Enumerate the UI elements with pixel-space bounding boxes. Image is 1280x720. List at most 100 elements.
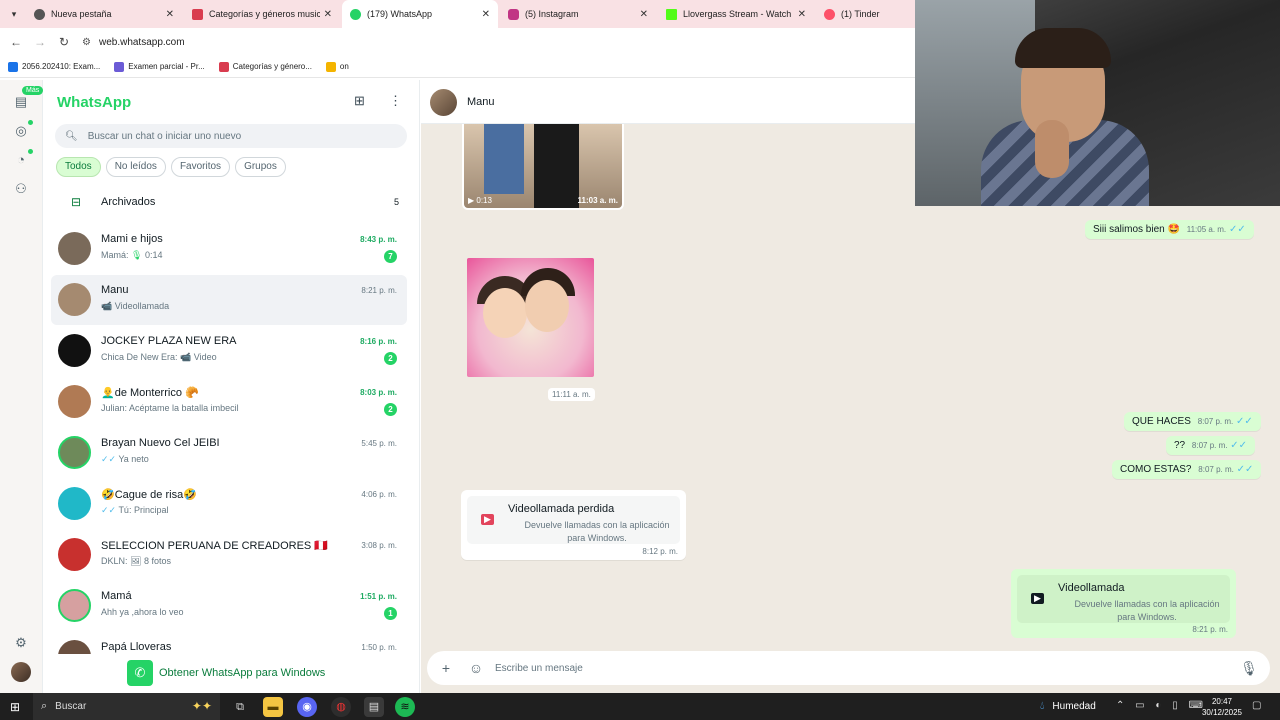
tab-kick-stream[interactable]: Llovergass Stream - Watch Live ✕	[658, 0, 814, 28]
chat-item[interactable]: Manu 8:21 p. m. 📹 Videollamada	[51, 275, 407, 325]
preview-text: 8 fotos	[143, 556, 171, 566]
spotify-icon[interactable]: ≋	[395, 697, 415, 717]
weather-label: Humedad	[1052, 701, 1096, 712]
tab-title: (5) Instagram	[525, 9, 579, 19]
video-call-icon: 📹	[101, 301, 113, 311]
outgoing-message[interactable]: COMO ESTAS? 8:07 p. m. ✓✓	[1112, 460, 1262, 479]
missed-call-message[interactable]: ▶ Videollamada perdida Devuelve llamadas…	[461, 490, 686, 560]
windows-taskbar: ⊞ ⌕ Buscar ✦✦ ⧉ ▬ ◉ ◍ ▤ ≋ 💧︎ Humedad ⌃ ▭…	[0, 693, 1280, 720]
outgoing-message[interactable]: QUE HACES 8:07 p. m. ✓✓	[1124, 412, 1261, 431]
missed-video-call-icon: ▶	[481, 514, 494, 525]
video-message[interactable]: ▶ 0:13 11:03 a. m.	[462, 124, 624, 210]
chat-item[interactable]: 👨‍🦲de Monterrico 🥐 8:03 p. m. Julian: Ac…	[51, 377, 407, 427]
chat-avatar	[58, 538, 91, 571]
chat-name: Mamá	[101, 590, 132, 602]
address-bar: ← → ↻ ⚙ web.whatsapp.com	[0, 28, 915, 56]
tab-whatsapp[interactable]: (179) WhatsApp ✕	[342, 0, 498, 28]
read-ticks-icon: ✓✓	[1228, 224, 1246, 235]
chat-item[interactable]: Brayan Nuevo Cel JEIBI 5:45 p. m. ✓✓ Ya …	[51, 428, 407, 478]
system-tray-icons[interactable]: ⌃ ▭ ◐ ▯ ⌨	[1116, 700, 1207, 711]
close-tab-icon[interactable]: ✕	[482, 9, 490, 20]
tab-new-tab[interactable]: Nueva pestaña ✕	[26, 0, 182, 28]
call-card[interactable]: ▶ Videollamada Devuelve llamadas con la …	[1017, 575, 1230, 623]
profile-avatar[interactable]	[11, 662, 31, 682]
chat-name: 🤣Cague de risa🤣	[101, 489, 197, 501]
bookmark-item[interactable]: 2056.202410: Exam...	[8, 61, 100, 72]
filter-unread[interactable]: No leídos	[105, 157, 166, 177]
site-info-icon[interactable]: ⚙	[82, 37, 91, 48]
outgoing-message[interactable]: ?? 8:07 p. m. ✓✓	[1166, 436, 1256, 455]
forward-icon[interactable]: →	[28, 35, 52, 49]
archived-row[interactable]: ⊟ Archivados 5	[51, 190, 407, 214]
url-field[interactable]: ⚙ web.whatsapp.com	[82, 37, 185, 48]
communities-icon[interactable]: ⚇	[11, 179, 31, 199]
discord-icon[interactable]: ◉	[297, 697, 317, 717]
menu-icon[interactable]: ⋮	[389, 93, 402, 109]
notepad-icon[interactable]: ▤	[364, 697, 384, 717]
filter-groups[interactable]: Grupos	[235, 157, 286, 177]
webcam-person-hand	[1035, 120, 1069, 178]
contact-avatar[interactable]	[430, 89, 457, 116]
close-tab-icon[interactable]: ✕	[324, 9, 332, 20]
chat-item[interactable]: Papá Lloveras 1:50 p. m.	[51, 632, 407, 654]
close-tab-icon[interactable]: ✕	[166, 9, 174, 20]
archive-icon: ⊟	[70, 195, 82, 209]
windows-start-icon[interactable]: ⊞	[10, 700, 20, 714]
chat-preview: ✓✓ Tú: Principal	[101, 505, 168, 516]
whatsapp-side-rail: ▤ Más ◎ ◔ ⚇ ⚙	[0, 80, 44, 693]
video-thumbnail-figure	[534, 124, 579, 208]
clock-time: 20:47	[1211, 697, 1233, 706]
bookmark-item[interactable]: on	[325, 61, 349, 72]
chrome-icon[interactable]: ◍	[331, 697, 351, 717]
task-view-icon[interactable]: ⧉	[230, 697, 250, 717]
chats-icon[interactable]: ▤	[11, 92, 31, 112]
conversation-header[interactable]: Manu	[421, 80, 915, 124]
close-tab-icon[interactable]: ✕	[640, 9, 648, 20]
settings-icon[interactable]: ⚙	[11, 633, 31, 653]
microphone-icon[interactable]: 🎙︎	[1234, 660, 1264, 677]
weather-widget[interactable]: 💧︎ Humedad	[1040, 700, 1096, 713]
chat-item[interactable]: Mamá 1:51 p. m. Ahh ya ,ahora lo veo 1	[51, 581, 407, 631]
outgoing-message[interactable]: Siii salimos bien 🤩 11:05 a. m. ✓✓	[1085, 220, 1254, 239]
attach-plus-icon[interactable]: +	[431, 660, 461, 676]
clock[interactable]: 20:47 30/12/2025	[1200, 696, 1244, 718]
tab-music-genres[interactable]: Categorías y géneros musicales ✕	[184, 0, 340, 28]
bookmark-item[interactable]: Examen parcial - Pr...	[114, 61, 205, 72]
taskbar-search[interactable]: ⌕ Buscar ✦✦	[33, 693, 220, 720]
chat-item[interactable]: 🤣Cague de risa🤣 4:06 p. m. ✓✓ Tú: Princi…	[51, 479, 407, 529]
tab-tinder[interactable]: (1) Tinder	[816, 0, 915, 28]
unread-badge: 1	[384, 607, 397, 620]
taskbar-search-label: Buscar	[55, 701, 87, 712]
sticker-message[interactable]	[467, 258, 594, 377]
search-icon: 🔍︎	[65, 130, 78, 142]
search-input[interactable]: 🔍︎ Buscar un chat o iniciar uno nuevo	[55, 124, 407, 148]
tab-search-menu-icon[interactable]: ▾	[5, 6, 23, 22]
reload-icon[interactable]: ↻	[52, 35, 76, 49]
call-title: Videollamada perdida	[508, 503, 615, 515]
file-explorer-icon[interactable]: ▬	[263, 697, 283, 717]
emoji-icon[interactable]: ☺	[461, 660, 491, 676]
bookmark-favicon-icon	[114, 61, 125, 72]
chat-time: 4:06 p. m.	[361, 490, 397, 499]
bookmark-item[interactable]: Categorías y género...	[218, 61, 312, 72]
call-card[interactable]: ▶ Videollamada perdida Devuelve llamadas…	[467, 496, 680, 544]
message-input[interactable]: Escribe un mensaje	[495, 663, 1234, 674]
new-chat-icon[interactable]: ⊞	[354, 93, 365, 109]
search-highlight-icon: ✦✦	[191, 699, 212, 713]
preview-sender: DKLN:	[101, 556, 131, 566]
tab-instagram[interactable]: (5) Instagram ✕	[500, 0, 656, 28]
webcam-person-hair	[1015, 28, 1111, 68]
back-icon[interactable]: ←	[4, 35, 28, 49]
filter-favorites[interactable]: Favoritos	[170, 157, 231, 177]
status-dot-icon	[28, 120, 33, 125]
chat-item[interactable]: Mami e hijos 8:43 p. m. Mamá: 🎙 0:14 7	[51, 224, 407, 274]
chat-item[interactable]: SELECCION PERUANA DE CREADORES 🇵🇪 3:08 p…	[51, 530, 407, 580]
filter-all[interactable]: Todos	[56, 157, 101, 177]
close-tab-icon[interactable]: ✕	[798, 9, 806, 20]
chat-item[interactable]: JOCKEY PLAZA NEW ERA 8:16 p. m. Chica De…	[51, 326, 407, 376]
preview-text: 0:14	[144, 250, 163, 260]
video-call-message[interactable]: ▶ Videollamada Devuelve llamadas con la …	[1011, 569, 1236, 638]
notifications-icon[interactable]: ▢	[1252, 700, 1261, 711]
instagram-favicon-icon	[508, 8, 519, 20]
get-whatsapp-windows-link[interactable]: ✆ Obtener WhatsApp para Windows	[127, 660, 325, 686]
